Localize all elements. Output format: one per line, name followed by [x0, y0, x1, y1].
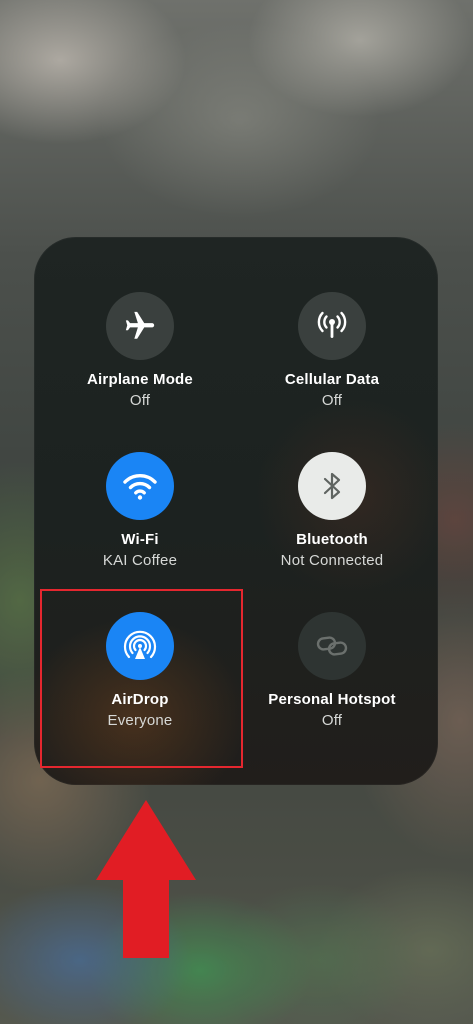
airplane-mode-tile[interactable]: Airplane Mode Off	[36, 274, 236, 424]
cellular-data-label: Cellular Data	[284, 371, 380, 388]
cellular-data-toggle[interactable]	[298, 292, 366, 360]
cellular-data-tile[interactable]: Cellular Data Off	[228, 274, 428, 424]
airplane-icon	[123, 309, 157, 343]
bluetooth-tile[interactable]: Bluetooth Not Connected	[228, 434, 428, 584]
bluetooth-toggle[interactable]	[298, 452, 366, 520]
airplane-mode-status: Off	[129, 392, 151, 409]
airplane-mode-toggle[interactable]	[106, 292, 174, 360]
hotspot-link-icon	[315, 631, 349, 661]
wifi-tile[interactable]: Wi-Fi KAI Coffee	[36, 434, 236, 584]
personal-hotspot-label: Personal Hotspot	[268, 691, 396, 708]
bluetooth-icon	[317, 469, 347, 503]
personal-hotspot-status: Off	[321, 712, 343, 729]
cellular-data-status: Off	[321, 392, 343, 409]
personal-hotspot-tile[interactable]: Personal Hotspot Off	[228, 594, 428, 744]
airplane-mode-label: Airplane Mode	[87, 371, 193, 388]
wifi-label: Wi-Fi	[121, 531, 159, 548]
bluetooth-label: Bluetooth	[296, 531, 368, 548]
personal-hotspot-toggle[interactable]	[298, 612, 366, 680]
wifi-toggle[interactable]	[106, 452, 174, 520]
wifi-icon	[122, 471, 158, 501]
red-up-arrow-indicator	[96, 800, 196, 958]
bluetooth-status: Not Connected	[280, 552, 384, 569]
wifi-network-name: KAI Coffee	[102, 552, 178, 569]
airdrop-highlight-box	[40, 589, 243, 768]
cellular-antenna-icon	[314, 308, 350, 344]
